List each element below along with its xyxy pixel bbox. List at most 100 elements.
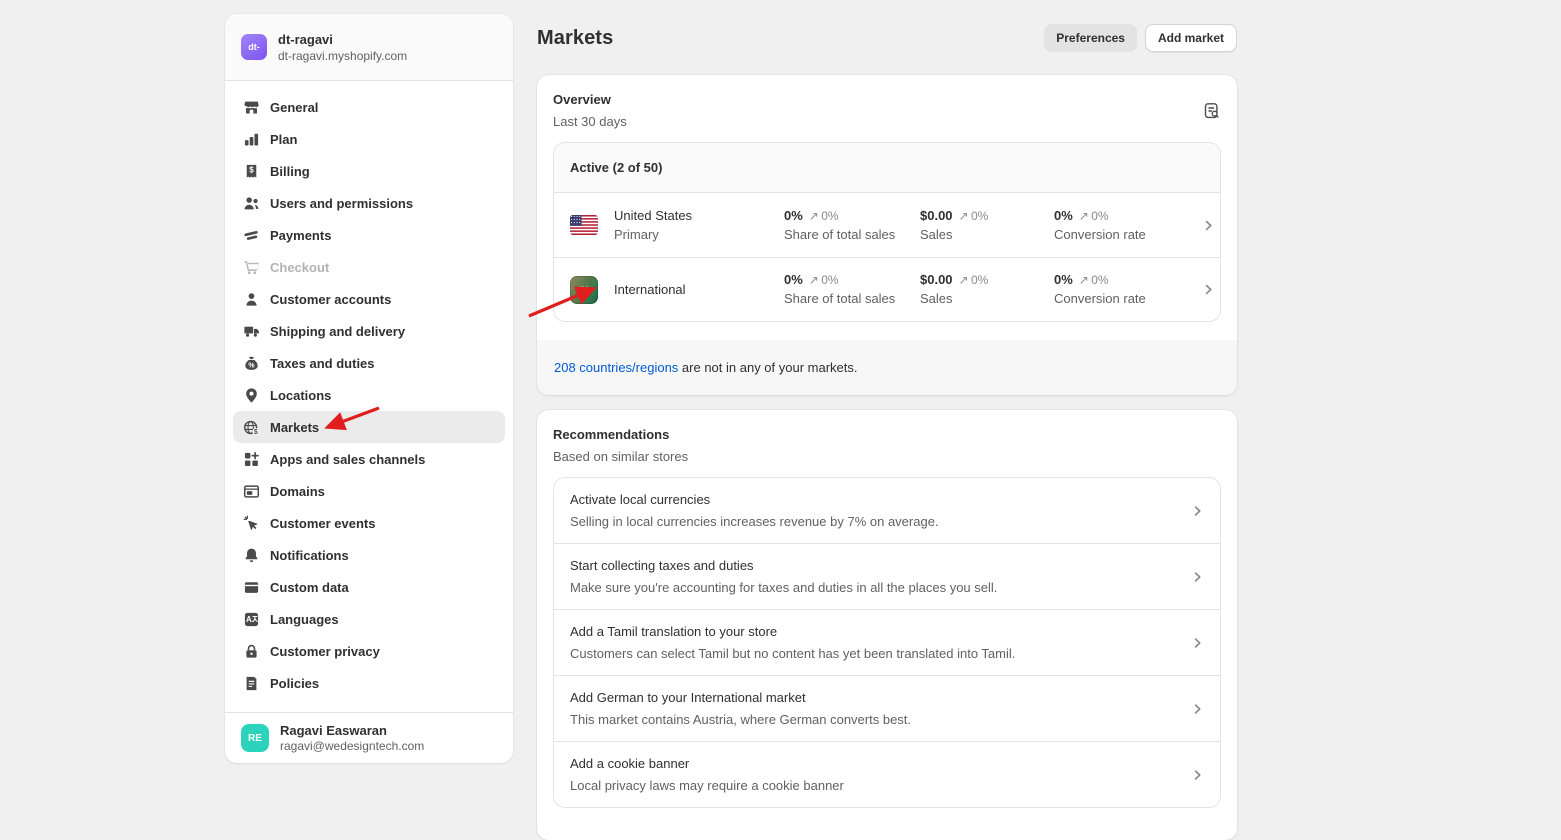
sidebar-item-billing[interactable]: Billing	[233, 155, 505, 187]
chevron-right-icon	[1202, 219, 1215, 232]
page-title: Markets	[537, 27, 613, 50]
chevron-right-icon	[1191, 768, 1204, 781]
international-badge-icon: IN	[570, 276, 598, 304]
report-search-icon	[1202, 101, 1222, 121]
trend-up-icon: ↗	[959, 209, 969, 223]
settings-nav: General Plan Billing Users and permissio…	[225, 81, 513, 712]
sidebar-item-label: Policies	[270, 676, 319, 691]
sidebar-item-users-and-permissions[interactable]: Users and permissions	[233, 187, 505, 219]
sidebar-item-label: Locations	[270, 388, 331, 403]
market-stat: 0% ↗ 0% Share of total sales	[784, 208, 920, 243]
overview-title: Overview	[553, 91, 1221, 108]
store-name: dt-ragavi	[278, 31, 407, 48]
sidebar-item-policies[interactable]: Policies	[233, 667, 505, 699]
recommendation-description: Local privacy laws may require a cookie …	[570, 778, 1176, 794]
sidebar-item-apps-and-sales-channels[interactable]: Apps and sales channels	[233, 443, 505, 475]
recommendation-add-a-cookie-banner[interactable]: Add a cookie banner Local privacy laws m…	[554, 741, 1220, 807]
chevron-right-icon	[1191, 636, 1204, 649]
stat-value: 0%	[1054, 272, 1073, 287]
store-avatar: dt-	[241, 34, 267, 60]
sidebar-item-languages[interactable]: Languages	[233, 603, 505, 635]
sidebar-item-customer-events[interactable]: Customer events	[233, 507, 505, 539]
recommendation-title: Start collecting taxes and duties	[570, 557, 1176, 574]
market-stat: $0.00 ↗ 0% Sales	[920, 208, 1054, 243]
sidebar-item-notifications[interactable]: Notifications	[233, 539, 505, 571]
sidebar-item-customer-accounts[interactable]: Customer accounts	[233, 283, 505, 315]
overview-card: Overview Last 30 days Active (2 of 50) U	[537, 75, 1237, 395]
store-icon	[243, 99, 260, 116]
stat-label: Share of total sales	[784, 227, 920, 243]
cart-icon	[243, 259, 260, 276]
market-stat: 0% ↗ 0% Conversion rate	[1054, 208, 1202, 243]
sidebar-item-label: Custom data	[270, 580, 349, 595]
overview-footer: 208 countries/regions are not in any of …	[537, 340, 1237, 395]
sidebar-item-label: Users and permissions	[270, 196, 413, 211]
sidebar-item-payments[interactable]: Payments	[233, 219, 505, 251]
trend-up-icon: ↗	[809, 209, 819, 223]
sidebar-item-label: Domains	[270, 484, 325, 499]
countries-regions-link[interactable]: 208 countries/regions	[554, 360, 678, 375]
market-stat: $0.00 ↗ 0% Sales	[920, 272, 1054, 307]
sidebar-item-label: Taxes and duties	[270, 356, 375, 371]
sidebar-item-label: Customer privacy	[270, 644, 380, 659]
market-row-international[interactable]: IN International 0% ↗ 0% Share of total …	[554, 257, 1220, 321]
us-flag-icon	[570, 215, 598, 235]
recommendations-card: Recommendations Based on similar stores …	[537, 410, 1237, 840]
recommendations-list: Activate local currencies Selling in loc…	[553, 477, 1221, 808]
active-markets-rows: United States Primary 0% ↗ 0% Share of t…	[554, 193, 1220, 321]
billing-icon	[243, 163, 260, 180]
domains-icon	[243, 483, 260, 500]
sidebar-item-shipping-and-delivery[interactable]: Shipping and delivery	[233, 315, 505, 347]
recommendation-description: Selling in local currencies increases re…	[570, 514, 1176, 530]
chevron-right-icon	[1191, 702, 1204, 715]
stat-value: 0%	[1054, 208, 1073, 223]
sidebar-item-customer-privacy[interactable]: Customer privacy	[233, 635, 505, 667]
sidebar-item-label: General	[270, 100, 318, 115]
recommendation-add-a-tamil-translation-to-your-store[interactable]: Add a Tamil translation to your store Cu…	[554, 609, 1220, 675]
preferences-button[interactable]: Preferences	[1044, 24, 1137, 52]
market-name: International	[614, 281, 784, 298]
overview-footer-text: are not in any of your markets.	[678, 360, 857, 375]
stat-label: Conversion rate	[1054, 227, 1202, 243]
trend-up-icon: ↗	[809, 273, 819, 287]
data-box-icon	[243, 579, 260, 596]
store-header: dt- dt-ragavi dt-ragavi.myshopify.com	[225, 14, 513, 81]
recommendation-start-collecting-taxes-and-duties[interactable]: Start collecting taxes and duties Make s…	[554, 543, 1220, 609]
sidebar-item-locations[interactable]: Locations	[233, 379, 505, 411]
recommendation-activate-local-currencies[interactable]: Activate local currencies Selling in loc…	[554, 478, 1220, 543]
sidebar-item-label: Shipping and delivery	[270, 324, 405, 339]
sidebar-item-domains[interactable]: Domains	[233, 475, 505, 507]
recommendation-description: Customers can select Tamil but no conten…	[570, 646, 1176, 662]
sidebar-item-taxes-and-duties[interactable]: Taxes and duties	[233, 347, 505, 379]
truck-icon	[243, 323, 260, 340]
sidebar-item-custom-data[interactable]: Custom data	[233, 571, 505, 603]
recommendations-title: Recommendations	[553, 426, 1221, 443]
user-email: ragavi@wedesigntech.com	[280, 739, 424, 754]
plan-icon	[243, 131, 260, 148]
recommendation-title: Add a Tamil translation to your store	[570, 623, 1176, 640]
person-icon	[243, 291, 260, 308]
add-market-button[interactable]: Add market	[1145, 24, 1237, 52]
market-stat: 0% ↗ 0% Share of total sales	[784, 272, 920, 307]
trend-up-icon: ↗	[1079, 209, 1089, 223]
users-icon	[243, 195, 260, 212]
market-row-united-states[interactable]: United States Primary 0% ↗ 0% Share of t…	[554, 193, 1220, 257]
markets-settings-content: Markets Preferences Add market Overview …	[537, 0, 1237, 789]
sidebar-item-checkout[interactable]: Checkout	[233, 251, 505, 283]
sidebar-item-label: Customer events	[270, 516, 375, 531]
sidebar-item-label: Apps and sales channels	[270, 452, 425, 467]
stat-label: Sales	[920, 227, 1054, 243]
sidebar-item-general[interactable]: General	[233, 91, 505, 123]
sidebar-item-label: Billing	[270, 164, 310, 179]
active-markets-header: Active (2 of 50)	[554, 143, 1220, 193]
market-subtitle: Primary	[614, 227, 784, 243]
store-domain: dt-ragavi.myshopify.com	[278, 48, 407, 64]
sidebar-item-plan[interactable]: Plan	[233, 123, 505, 155]
market-name: United States	[614, 207, 784, 224]
translate-icon	[243, 611, 260, 628]
recommendation-add-german-to-your-international-market[interactable]: Add German to your International market …	[554, 675, 1220, 741]
sidebar-item-markets[interactable]: Markets	[233, 411, 505, 443]
view-report-button[interactable]	[1202, 101, 1222, 121]
overview-subtitle: Last 30 days	[553, 114, 1221, 130]
page-header: Markets Preferences Add market	[537, 24, 1237, 52]
